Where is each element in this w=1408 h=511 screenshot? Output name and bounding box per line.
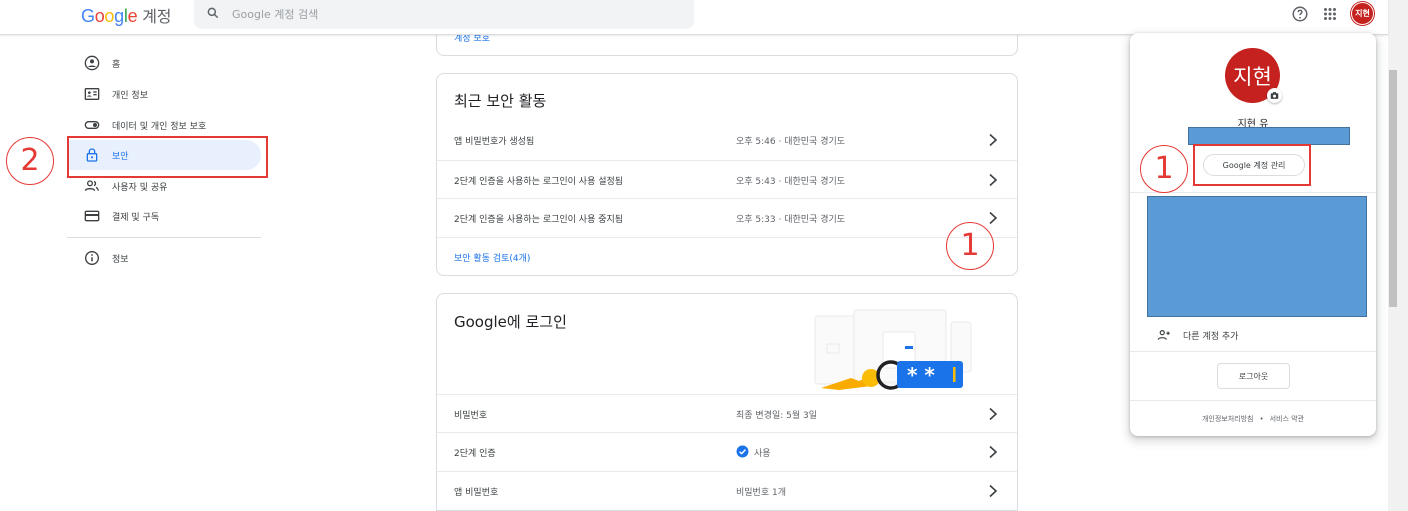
setting-name: 비밀번호	[454, 411, 488, 421]
annotation-number-1-popup: 1	[1140, 145, 1188, 193]
sidebar-item-home[interactable]: 홈	[67, 48, 261, 78]
two-step-verification-row[interactable]: 2단계 인증 사용	[437, 432, 1017, 471]
search-bar	[194, 0, 694, 29]
camera-icon[interactable]	[1267, 88, 1282, 103]
sidebar-item-label: 사용자 및 공유	[112, 183, 168, 193]
info-icon	[85, 251, 99, 265]
chevron-right-icon	[989, 407, 998, 421]
page: Google계정 지현 홈 개인 정보 데이터 및 개인 정보 보호 보안	[0, 0, 1408, 511]
chevron-right-icon	[989, 173, 998, 187]
activity-name: 2단계 인증을 사용하는 로그인이 사용 설정됨	[454, 177, 624, 187]
sidebar-divider	[67, 237, 261, 238]
popup-divider	[1130, 400, 1376, 401]
annotation-number-1: 1	[946, 222, 994, 270]
activity-name: 2단계 인증을 사용하는 로그인이 사용 중지됨	[454, 215, 624, 225]
scrollbar-thumb[interactable]	[1389, 70, 1397, 307]
account-avatar-button[interactable]: 지현	[1351, 2, 1374, 25]
activity-detail: 오후 5:46 · 대한민국 경기도	[736, 137, 846, 147]
app-passwords-row[interactable]: 앱 비밀번호 비밀번호 1개	[437, 471, 1017, 510]
signin-google-card: Google에 로그인 * * 비밀번호 최종 변경일: 5월 3일 2단계 인…	[436, 293, 1018, 511]
activity-row[interactable]: 앱 비밀번호가 생성됨 오후 5:46 · 대한민국 경기도	[437, 121, 1017, 160]
toggle-icon	[84, 121, 100, 129]
password-row[interactable]: 비밀번호 최종 변경일: 5월 3일	[437, 394, 1017, 433]
annotation-number: 2	[20, 143, 40, 178]
check-circle-icon	[736, 445, 749, 458]
svg-text:* *: * *	[907, 363, 935, 387]
add-account-label: 다른 계정 추가	[1183, 331, 1239, 342]
activity-row[interactable]: 2단계 인증을 사용하는 로그인이 사용 중지됨 오후 5:33 · 대한민국 …	[437, 198, 1017, 237]
card-icon	[84, 210, 100, 222]
redacted-email	[1188, 127, 1350, 145]
sidebar-item-payments[interactable]: 결제 및 구독	[67, 201, 261, 231]
sidebar-item-personal-info[interactable]: 개인 정보	[67, 79, 261, 109]
annotation-box-security	[67, 136, 268, 178]
review-security-activity-link[interactable]: 보안 활동 검토(4개)	[454, 251, 530, 264]
add-another-account[interactable]: 다른 계정 추가	[1157, 327, 1238, 343]
setting-detail: 사용	[754, 449, 771, 459]
sidebar-item-label: 홈	[112, 60, 121, 70]
popup-footer: 개인정보처리방침 • 서비스 약관	[1130, 414, 1376, 424]
activity-row[interactable]: 2단계 인증을 사용하는 로그인이 사용 설정됨 오후 5:43 · 대한민국 …	[437, 160, 1017, 199]
redacted-accounts-area	[1147, 196, 1367, 317]
sidebar-item-label: 데이터 및 개인 정보 보호	[112, 122, 207, 132]
setting-name: 앱 비밀번호	[454, 488, 499, 498]
sidebar-item-label: 개인 정보	[112, 91, 148, 101]
sidebar-item-label: 결제 및 구독	[112, 213, 160, 223]
setting-detail: 비밀번호 1개	[736, 488, 786, 498]
card-title: 최근 보안 활동	[454, 92, 547, 110]
logo-letter: G	[81, 6, 95, 26]
annotation-number: 1	[1154, 151, 1174, 186]
chevron-right-icon	[989, 133, 998, 147]
sign-out-button[interactable]: 로그아웃	[1217, 363, 1290, 389]
search-input[interactable]	[232, 5, 672, 23]
card-title: Google에 로그인	[454, 313, 567, 331]
signin-illustration: * *	[814, 309, 972, 390]
sidebar-item-label: 정보	[112, 255, 129, 265]
review-activity-row: 보안 활동 검토(4개)	[437, 237, 1017, 276]
activity-detail: 오후 5:33 · 대한민국 경기도	[736, 215, 846, 225]
help-icon[interactable]	[1291, 5, 1309, 23]
terms-of-service-link[interactable]: 서비스 약관	[1270, 415, 1304, 423]
search-icon[interactable]	[206, 6, 220, 20]
account-menu-popup: 지현 지현 유 Google 계정 관리 다른 계정 추가 로그아웃 개인정보처…	[1130, 33, 1376, 436]
popup-divider	[1130, 351, 1376, 352]
logo-suffix: 계정	[142, 7, 172, 26]
logo-letter: g	[114, 6, 124, 26]
annotation-number: 1	[960, 228, 980, 263]
google-account-logo[interactable]: Google 계정	[81, 3, 171, 27]
logo-letter: o	[94, 6, 105, 26]
setting-name: 2단계 인증	[454, 449, 496, 459]
people-icon	[84, 180, 99, 192]
chevron-right-icon	[989, 484, 998, 498]
avatar-initials: 지현	[1233, 64, 1272, 89]
privacy-policy-link[interactable]: 개인정보처리방침	[1202, 415, 1254, 423]
logo-letter: e	[127, 6, 138, 26]
top-app-bar: Google계정 지현	[0, 0, 1388, 35]
annotation-number-2: 2	[6, 137, 54, 185]
chevron-right-icon	[989, 445, 998, 459]
apps-grid-icon[interactable]	[1321, 5, 1339, 23]
logo-letter: o	[104, 6, 115, 26]
setting-detail: 최종 변경일: 5월 3일	[736, 411, 818, 421]
sidebar-item-about[interactable]: 정보	[67, 243, 261, 273]
avatar-initials: 지현	[1355, 9, 1370, 18]
page-scrollbar[interactable]	[1388, 0, 1408, 511]
activity-detail: 오후 5:43 · 대한민국 경기도	[736, 177, 846, 187]
home-icon	[84, 55, 100, 71]
chevron-right-icon	[989, 211, 998, 225]
annotation-box-manage-account	[1193, 144, 1311, 186]
footer-separator: •	[1259, 415, 1264, 423]
person-add-icon	[1157, 330, 1170, 340]
activity-name: 앱 비밀번호가 생성됨	[454, 137, 535, 147]
recent-security-activity-card: 최근 보안 활동 앱 비밀번호가 생성됨 오후 5:46 · 대한민국 경기도 …	[436, 73, 1018, 276]
id-card-icon	[84, 88, 100, 100]
